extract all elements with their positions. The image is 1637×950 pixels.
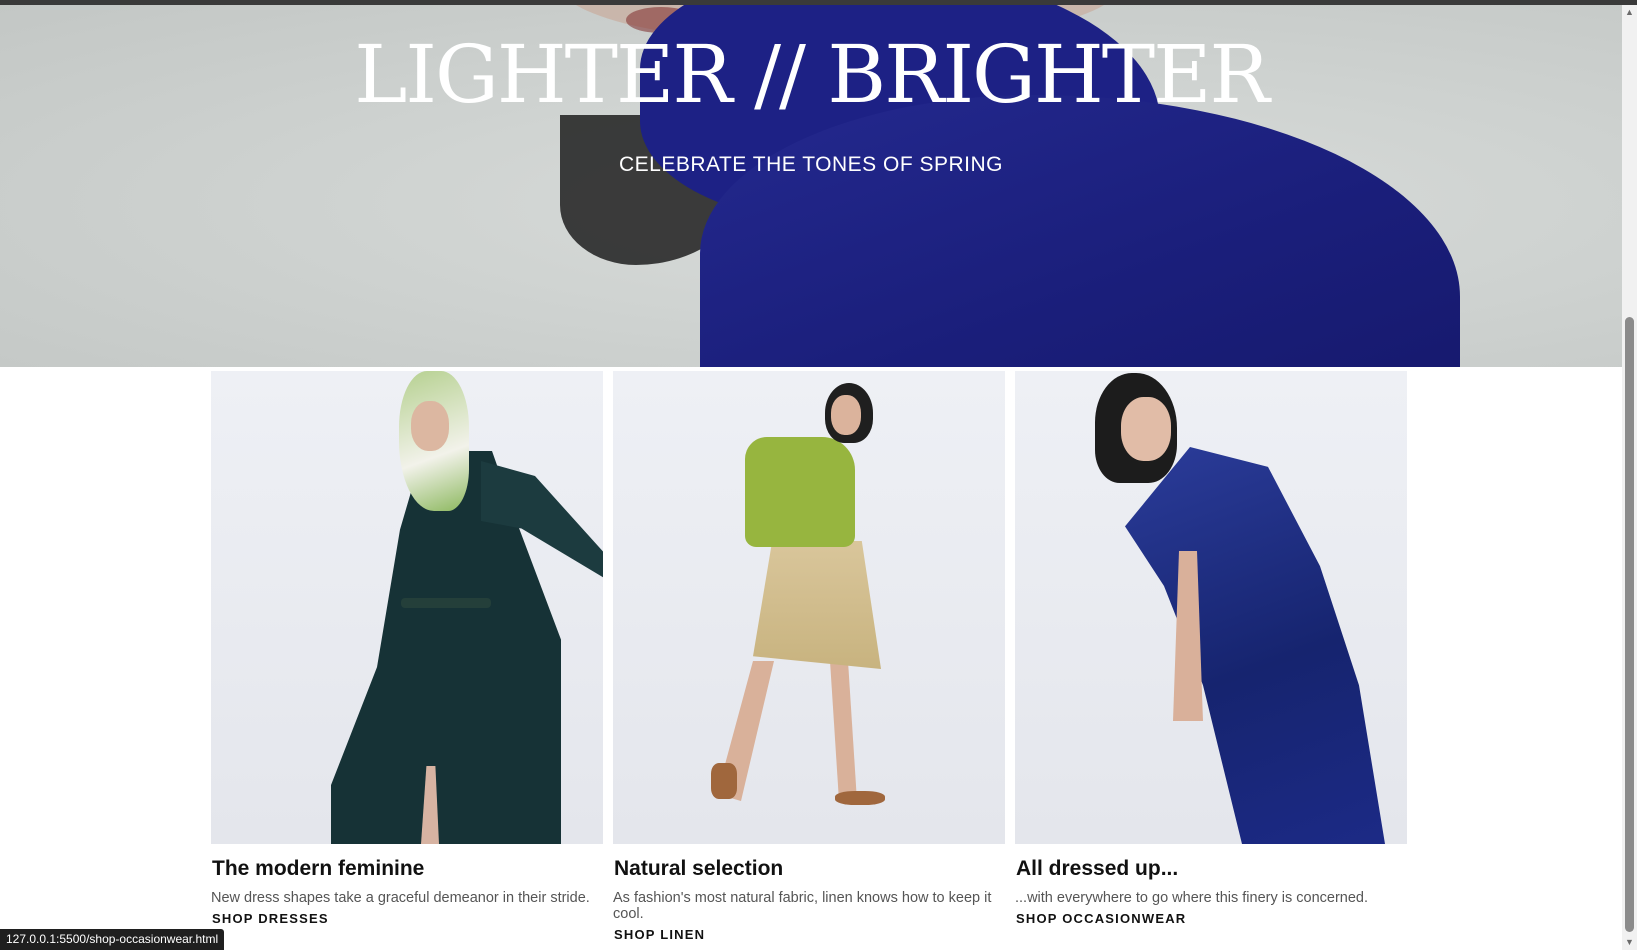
card-description: New dress shapes take a graceful demeano… [211, 890, 590, 906]
card-occasionwear[interactable]: All dressed up... ...with everywhere to … [1015, 371, 1407, 928]
vertical-scrollbar[interactable]: ▲ ▼ [1622, 5, 1637, 950]
hero-model-shoulder [700, 95, 1460, 367]
face-shape [1121, 397, 1171, 461]
card-title: All dressed up... [1016, 857, 1179, 880]
card-linen[interactable]: Natural selection As fashion's most natu… [613, 371, 1005, 944]
scrollbar-thumb[interactable] [1625, 317, 1634, 932]
dress-shape [1125, 447, 1385, 844]
hero-title: LIGHTER // BRIGHTER [354, 28, 1269, 121]
card-photo-dresses[interactable] [211, 371, 603, 844]
hero-subtitle: CELEBRATE THE TONES OF SPRING [618, 153, 1004, 176]
card-title: The modern feminine [212, 857, 425, 880]
card-title: Natural selection [614, 857, 784, 880]
shop-dresses-link[interactable]: SHOP DRESSES [212, 911, 329, 926]
face-shape [411, 401, 449, 451]
link-status-url: 127.0.0.1:5500/shop-occasionwear.html [0, 929, 225, 950]
card-dresses[interactable]: The modern feminine New dress shapes tak… [211, 371, 603, 928]
scroll-up-arrow-icon[interactable]: ▲ [1622, 5, 1637, 20]
face-shape [831, 395, 861, 435]
shop-occasionwear-link[interactable]: SHOP OCCASIONWEAR [1016, 911, 1186, 926]
knit-top-shape [745, 437, 855, 547]
hero-banner[interactable]: LIGHTER // BRIGHTER CELEBRATE THE TONES … [0, 5, 1622, 367]
scroll-down-arrow-icon[interactable]: ▼ [1622, 935, 1637, 950]
card-description: ...with everywhere to go where this fine… [1015, 890, 1368, 906]
leg-shape [830, 661, 857, 801]
card-photo-linen[interactable] [613, 371, 1005, 844]
shop-linen-link[interactable]: SHOP LINEN [614, 927, 705, 942]
shoe-shape [711, 763, 737, 799]
card-photo-occasionwear[interactable] [1015, 371, 1407, 844]
belt-shape [401, 598, 491, 608]
shorts-shape [753, 541, 881, 669]
shoe-shape [835, 791, 885, 805]
card-description: As fashion's most natural fabric, linen … [613, 890, 992, 922]
category-cards: The modern feminine New dress shapes tak… [211, 371, 1411, 950]
